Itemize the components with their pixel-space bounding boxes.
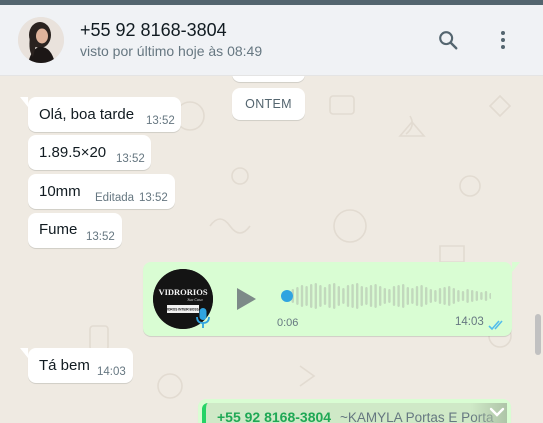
edited-label: Editada [95, 192, 135, 204]
message-text: 10mm [39, 183, 81, 200]
incoming-message[interactable]: Olá, boa tarde 13:52 [20, 97, 181, 132]
waveform-bar [300, 285, 304, 307]
incoming-message[interactable]: 10mm Editada 13:52 [28, 174, 175, 209]
chevron-down-icon[interactable] [489, 405, 505, 417]
waveform-bar [310, 284, 313, 308]
contact-name[interactable]: +55 92 8168-3804 [80, 20, 227, 41]
waveform-bar [397, 285, 400, 307]
chat-scrollbar[interactable] [535, 314, 541, 355]
waveform-bar [415, 286, 419, 306]
message-text: 1.89.5×20 [39, 144, 107, 161]
playhead-handle[interactable] [281, 290, 293, 302]
waveform-bar [452, 288, 455, 304]
message-text: Tá bem [39, 357, 90, 374]
last-seen-status: visto por último hoje às 08:49 [80, 43, 263, 59]
waveform-bar [429, 289, 432, 303]
message-time: 13:52 [116, 153, 145, 165]
waveform-bar [328, 284, 331, 308]
incoming-message[interactable]: Tá bem 14:03 [20, 348, 133, 383]
waveform-bar [443, 287, 446, 305]
play-icon[interactable] [234, 286, 258, 312]
shared-contact-message[interactable]: +55 92 8168-3804 ~KAMYLA Portas E Porta [198, 399, 511, 423]
incoming-message[interactable]: Fume 13:52 [28, 213, 122, 248]
waveform-bar [438, 288, 442, 304]
waveform-bar [484, 291, 488, 301]
voice-message[interactable]: VIDRORIOS Sua Casa VIDROS INTEIR BOSSA 0… [143, 262, 520, 336]
waveform-bar [305, 286, 308, 306]
waveform-bar [319, 285, 322, 307]
waveform-bar [411, 288, 414, 304]
audio-waveform[interactable] [281, 282, 491, 310]
waveform-bar [383, 288, 386, 304]
microphone-icon [194, 307, 212, 329]
waveform-bar [346, 285, 350, 307]
waveform-bar [296, 287, 299, 305]
waveform-bar [461, 291, 465, 301]
message-time: 13:52 [146, 115, 175, 127]
quoted-contact-card[interactable]: +55 92 8168-3804 ~KAMYLA Portas E Porta [202, 403, 507, 423]
waveform-bar [365, 287, 368, 305]
waveform-bar [466, 289, 469, 303]
waveform-bar [333, 283, 336, 309]
search-icon[interactable] [435, 27, 461, 53]
message-text: Olá, boa tarde [39, 106, 135, 123]
waveform-bar [402, 284, 405, 308]
kebab-menu-icon[interactable] [490, 27, 516, 53]
waveform-bar [374, 284, 377, 308]
message-time: 13:52 [86, 231, 115, 243]
waveform-bar [323, 287, 327, 305]
waveform-bar [351, 284, 354, 308]
waveform-bar [420, 285, 423, 307]
waveform-bar [425, 287, 428, 305]
waveform-bar [314, 283, 317, 309]
waveform-bar [369, 285, 373, 307]
waveform-bar [475, 291, 478, 301]
chat-header[interactable]: +55 92 8168-3804 visto por último hoje à… [0, 5, 543, 76]
quoted-contact-name: +55 92 8168-3804 [217, 409, 332, 423]
svg-text:VIDRORIOS: VIDRORIOS [158, 287, 207, 297]
waveform-bar [360, 286, 363, 306]
waveform-bar [448, 286, 451, 306]
waveform-bar [392, 286, 396, 306]
message-text: Fume [39, 221, 78, 238]
waveform-bar [471, 290, 474, 302]
waveform-bar [434, 290, 437, 302]
waveform-bar [457, 290, 460, 302]
message-time: 14:03 [455, 316, 484, 328]
waveform-bar [388, 289, 391, 303]
previous-date-chip [232, 76, 305, 82]
voice-duration: 0:06 [277, 317, 299, 329]
waveform-bar [356, 283, 359, 309]
message-time: 14:03 [97, 366, 126, 378]
read-ticks-icon [488, 318, 506, 331]
svg-text:Sua Casa: Sua Casa [187, 297, 202, 302]
incoming-message[interactable]: 1.89.5×20 13:52 [28, 135, 151, 170]
chat-panel[interactable]: ONTEM Olá, boa tarde 13:52 1.89.5×20 13:… [0, 76, 543, 423]
date-separator: ONTEM [232, 88, 305, 120]
message-time: 13:52 [139, 192, 168, 204]
waveform-bar [379, 286, 382, 306]
waveform-bar [342, 288, 345, 304]
avatar[interactable] [18, 17, 64, 63]
waveform-bar [406, 287, 409, 305]
waveform-bar [337, 286, 340, 306]
waveform-bar [480, 292, 483, 300]
waveform-bar [489, 293, 491, 299]
